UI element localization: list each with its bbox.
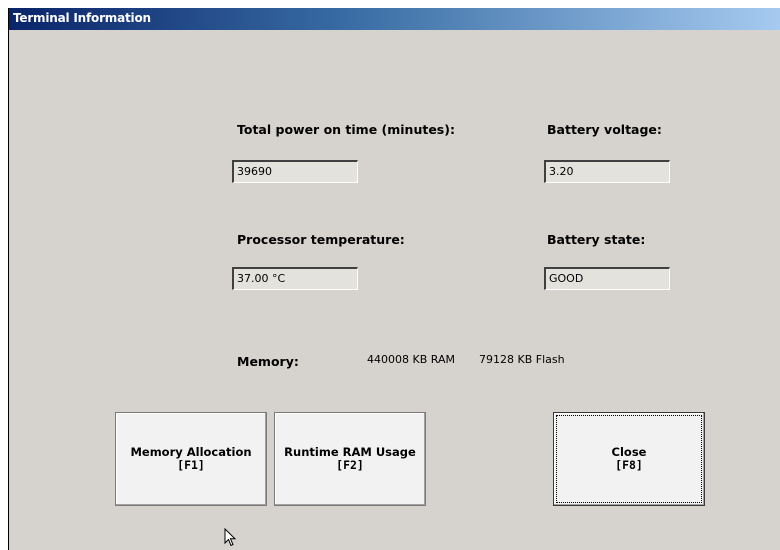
memory-allocation-button[interactable]: Memory Allocation [F1]	[115, 412, 267, 506]
battery-state-field: GOOD	[544, 267, 670, 290]
terminal-information-window: Terminal Information Total power on time…	[8, 8, 780, 550]
runtime-ram-usage-button[interactable]: Runtime RAM Usage [F2]	[274, 412, 426, 506]
processor-temperature-label: Processor temperature:	[237, 232, 405, 247]
memory-ram-value: 440008 KB RAM	[367, 353, 455, 366]
window-title: Terminal Information	[13, 11, 151, 25]
power-on-time-field: 39690	[232, 160, 358, 183]
title-bar: Terminal Information	[9, 8, 780, 30]
memory-label: Memory:	[237, 354, 299, 369]
battery-state-label: Battery state:	[547, 232, 646, 247]
close-button-key: [F8]	[615, 458, 643, 472]
battery-voltage-field: 3.20	[544, 160, 670, 183]
processor-temperature-field: 37.00 °C	[232, 267, 358, 290]
runtime-ram-usage-button-key: [F2]	[336, 458, 364, 472]
close-button[interactable]: Close [F8]	[553, 412, 705, 506]
memory-allocation-button-key: [F1]	[177, 458, 205, 472]
battery-voltage-label: Battery voltage:	[547, 122, 662, 137]
memory-flash-value: 79128 KB Flash	[479, 353, 565, 366]
mouse-pointer-icon	[224, 528, 237, 547]
power-on-time-label: Total power on time (minutes):	[237, 122, 455, 137]
